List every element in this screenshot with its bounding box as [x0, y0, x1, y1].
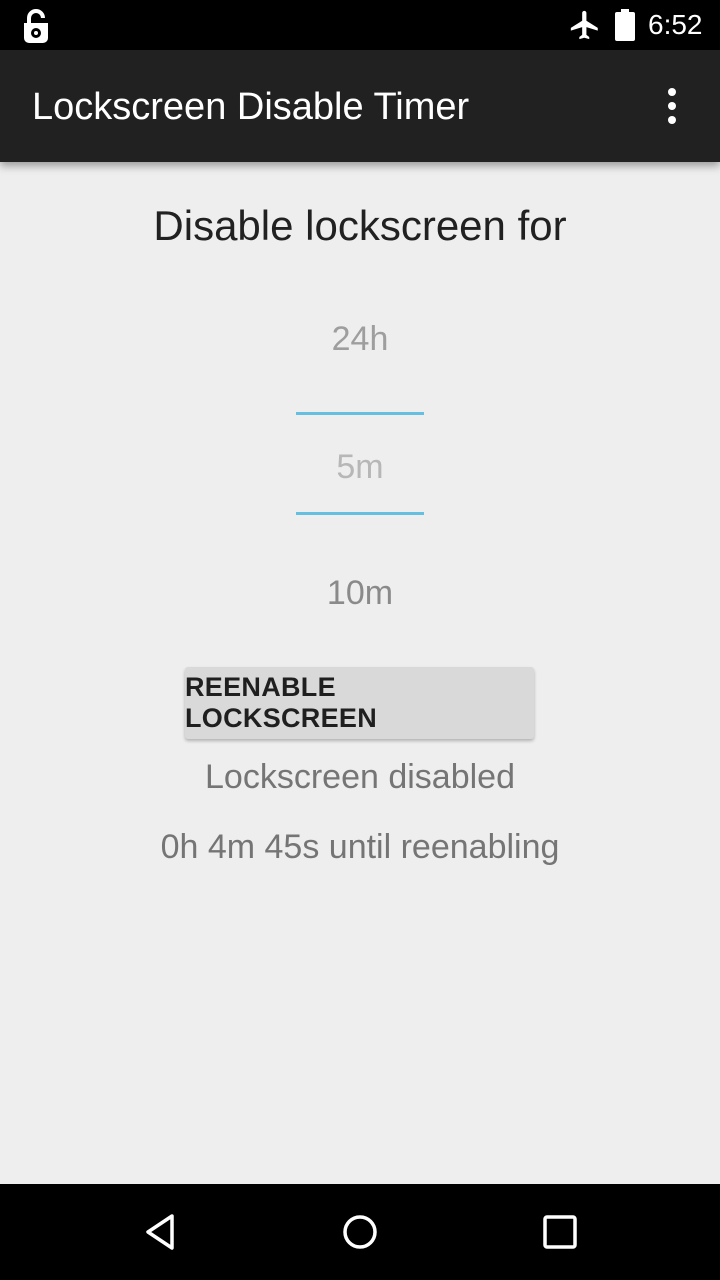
- app-bar: Lockscreen Disable Timer: [0, 50, 720, 162]
- countdown-text: 0h 4m 45s until reenabling: [160, 828, 560, 866]
- back-icon[interactable]: [136, 1208, 184, 1256]
- app-title: Lockscreen Disable Timer: [32, 86, 470, 128]
- lock-open-icon: [24, 9, 48, 43]
- status-bar: 6:52: [0, 0, 720, 50]
- picker-divider-bottom: [296, 512, 424, 515]
- home-icon[interactable]: [336, 1208, 384, 1256]
- picker-divider-top: [296, 412, 424, 415]
- picker-selected-value[interactable]: 5m: [0, 446, 720, 488]
- status-time: 6:52: [648, 9, 703, 40]
- reenable-lockscreen-button[interactable]: REENABLE LOCKSCREEN: [185, 667, 534, 739]
- airplane-mode-icon: [570, 10, 598, 40]
- picker-next-value[interactable]: 10m: [0, 572, 720, 614]
- navigation-bar: [0, 1184, 720, 1280]
- recents-icon[interactable]: [536, 1208, 584, 1256]
- more-vert-icon[interactable]: [648, 80, 696, 132]
- page-heading: Disable lockscreen for: [153, 202, 567, 249]
- battery-icon: [615, 9, 635, 41]
- picker-previous-value[interactable]: 24h: [0, 318, 720, 360]
- lockscreen-status: Lockscreen disabled: [205, 758, 515, 796]
